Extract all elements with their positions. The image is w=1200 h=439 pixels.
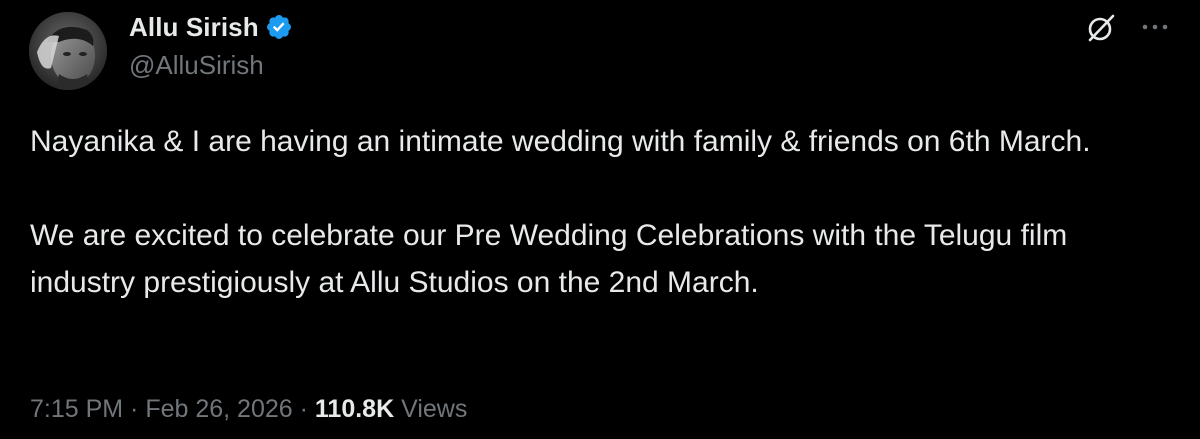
verified-badge-icon[interactable] [265,13,293,41]
paragraph-spacer [30,165,1180,212]
tweet-card: Allu Sirish @AlluSirish Nayanika & I are… [0,0,1200,439]
avatar[interactable] [29,12,107,90]
meta-separator: · [292,395,315,423]
views-count[interactable]: 110.8K [315,395,394,423]
tweet-paragraph-1: Nayanika & I are having an intimate wedd… [30,125,1091,158]
views-label: Views [401,395,468,423]
tweet-date[interactable]: Feb 26, 2026 [145,395,292,423]
grok-icon[interactable] [1085,12,1117,44]
author-display-name[interactable]: Allu Sirish [129,12,259,43]
tweet-meta: 7:15 PM · Feb 26, 2026 · 110.8K Views [30,395,467,424]
avatar-image [29,12,107,90]
author-name-row: Allu Sirish [129,10,293,44]
meta-separator: · [123,395,146,423]
more-dots-icon[interactable] [1140,14,1170,40]
tweet-paragraph-2: We are excited to celebrate our Pre Wedd… [30,219,1068,299]
tweet-text: Nayanika & I are having an intimate wedd… [30,118,1180,306]
author-handle[interactable]: @AlluSirish [129,50,264,81]
tweet-time[interactable]: 7:15 PM [30,395,123,423]
